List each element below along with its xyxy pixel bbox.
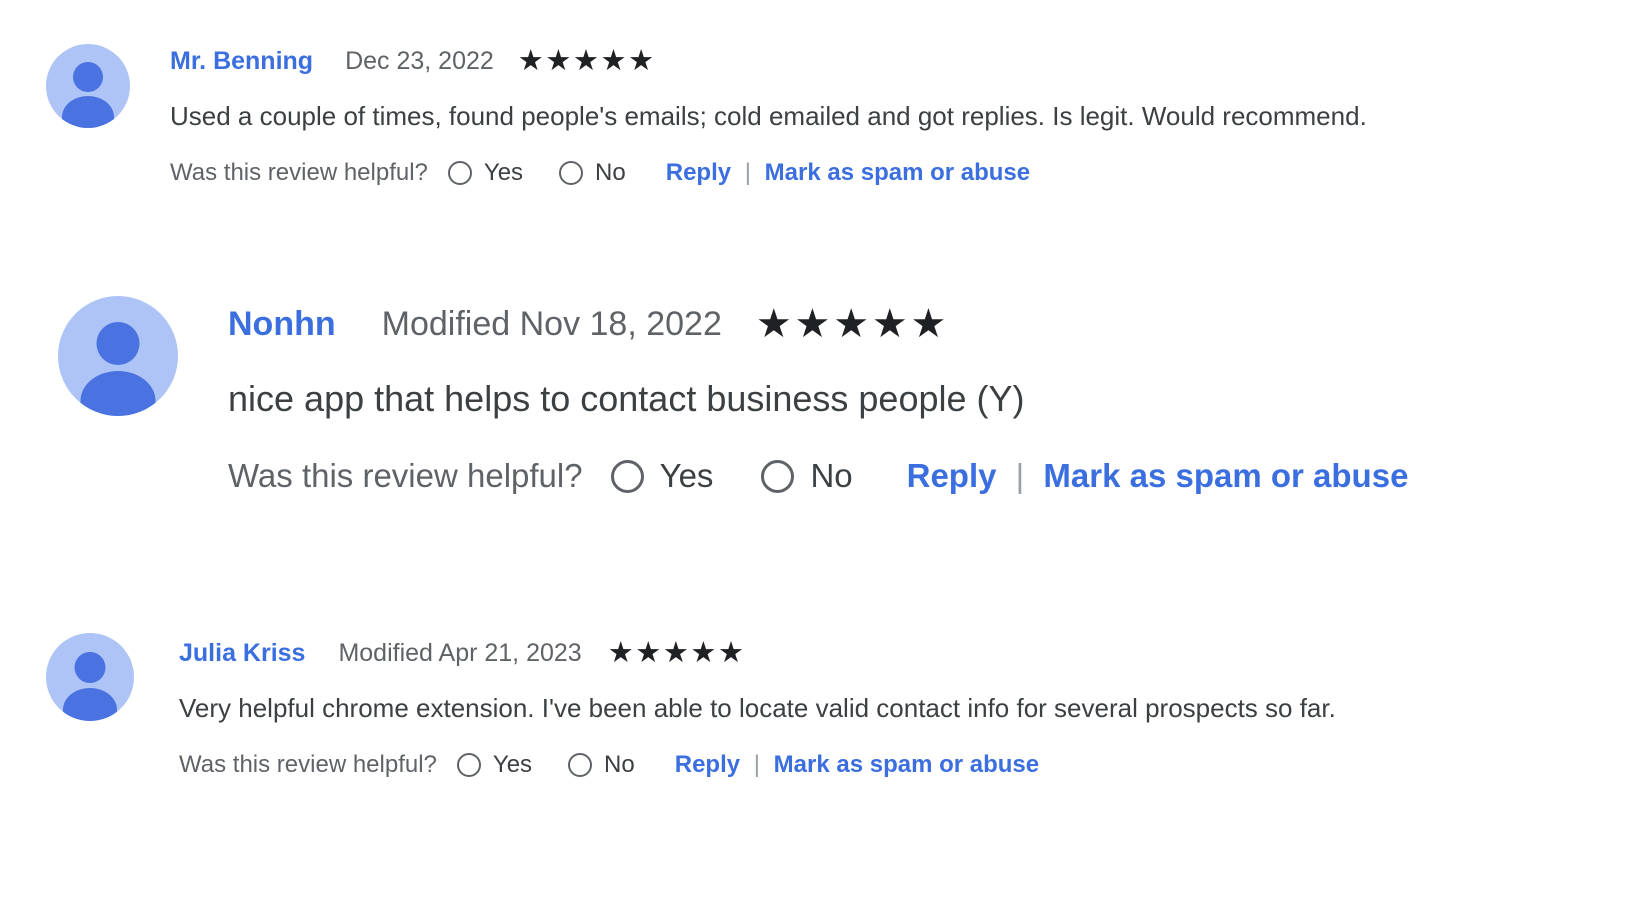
star-filled-icon: ★ [545,45,572,77]
avatar [46,633,134,721]
review-author-link[interactable]: Nonhn [228,305,336,344]
action-separator: | [744,159,751,186]
avatar-body-icon [62,96,114,128]
action-separator: | [1015,457,1025,494]
review-content: Nonhn Modified Nov 18, 2022 ★ ★ ★ ★ ★ nice a… [228,296,1408,495]
helpful-yes-option[interactable]: Yes [447,159,524,187]
helpful-yes-label: Yes [483,159,524,186]
review-item: Nonhn Modified Nov 18, 2022 ★ ★ ★ ★ ★ nice a… [58,296,1408,495]
review-actions: Reply | Mark as spam or abuse [675,751,1039,779]
review-text: Used a couple of times, found people's e… [170,101,1367,131]
star-filled-icon: ★ [662,637,690,669]
helpful-question-label: Was this review helpful? [179,751,437,778]
rating-stars: ★ ★ ★ ★ ★ [608,639,746,668]
helpful-question-label: Was this review helpful? [228,457,583,494]
review-date: Modified Apr 21, 2023 [338,639,582,667]
star-filled-icon: ★ [794,302,832,346]
review-date: Dec 23, 2022 [345,47,494,75]
review-author-link[interactable]: Mr. Benning [170,47,313,76]
avatar [58,296,178,416]
review-feedback-row: Was this review helpful? Yes No Reply | … [170,159,1367,187]
star-filled-icon: ★ [871,302,909,346]
radio-icon[interactable] [761,459,795,493]
helpful-no-option[interactable]: No [568,751,635,779]
review-header: Julia Kriss Modified Apr 21, 2023 ★ ★ ★ ★ ★ [179,639,1336,668]
star-filled-icon: ★ [755,302,793,346]
star-filled-icon: ★ [628,45,655,77]
star-filled-icon: ★ [833,302,870,346]
radio-icon[interactable] [447,161,472,185]
review-header: Nonhn Modified Nov 18, 2022 ★ ★ ★ ★ ★ [228,304,1408,344]
review-item: Mr. Benning Dec 23, 2022 ★ ★ ★ ★ ★ Used a co… [46,44,1367,187]
review-content: Julia Kriss Modified Apr 21, 2023 ★ ★ ★ ★ ★ … [179,633,1336,779]
helpful-no-label: No [810,457,853,494]
star-filled-icon: ★ [635,637,662,669]
helpful-no-label: No [604,751,635,778]
mark-as-spam-link[interactable]: Mark as spam or abuse [774,751,1039,778]
helpful-yes-label: Yes [659,457,714,494]
reply-link[interactable]: Reply [675,751,740,778]
radio-icon[interactable] [568,753,593,777]
helpful-no-option[interactable]: No [559,159,626,187]
review-feedback-row: Was this review helpful? Yes No Reply | … [179,751,1336,779]
helpful-question-label: Was this review helpful? [170,159,428,186]
star-filled-icon: ★ [517,45,545,77]
star-filled-icon: ★ [910,302,948,346]
helpful-yes-label: Yes [492,751,533,778]
review-text: nice app that helps to contact business … [228,378,1025,419]
reply-link[interactable]: Reply [907,457,997,494]
review-text: Very helpful chrome extension. I've been… [179,693,1336,723]
helpful-no-option[interactable]: No [761,457,853,495]
rating-stars: ★ ★ ★ ★ ★ [756,304,949,344]
review-actions: Reply | Mark as spam or abuse [907,457,1409,495]
avatar-head-icon [96,322,140,365]
mark-as-spam-link[interactable]: Mark as spam or abuse [765,159,1030,186]
radio-icon[interactable] [456,753,481,777]
star-filled-icon: ★ [572,45,600,77]
helpful-yes-option[interactable]: Yes [456,751,533,779]
review-feedback-row: Was this review helpful? Yes No Reply | … [228,457,1408,495]
review-author-link[interactable]: Julia Kriss [179,639,305,668]
rating-stars: ★ ★ ★ ★ ★ [518,47,656,76]
star-filled-icon: ★ [718,637,745,669]
review-content: Mr. Benning Dec 23, 2022 ★ ★ ★ ★ ★ Used a co… [170,44,1367,187]
review-header: Mr. Benning Dec 23, 2022 ★ ★ ★ ★ ★ [170,47,1367,76]
avatar-body-icon [80,371,156,416]
helpful-yes-option[interactable]: Yes [610,457,714,495]
star-filled-icon: ★ [690,637,717,669]
action-separator: | [753,751,760,778]
review-item: Julia Kriss Modified Apr 21, 2023 ★ ★ ★ ★ ★ … [46,633,1336,779]
radio-icon[interactable] [610,459,644,493]
review-date: Modified Nov 18, 2022 [381,304,722,343]
reply-link[interactable]: Reply [666,159,731,186]
avatar-head-icon [73,62,103,92]
helpful-no-label: No [595,159,626,186]
radio-icon[interactable] [559,161,584,185]
star-filled-icon: ★ [600,45,628,77]
avatar-head-icon [74,652,106,683]
star-filled-icon: ★ [607,637,635,669]
reviews-list: Mr. Benning Dec 23, 2022 ★ ★ ★ ★ ★ Used a co… [0,0,1638,902]
mark-as-spam-link[interactable]: Mark as spam or abuse [1043,457,1408,494]
avatar [46,44,130,128]
avatar-body-icon [63,688,117,721]
review-actions: Reply | Mark as spam or abuse [666,159,1030,187]
